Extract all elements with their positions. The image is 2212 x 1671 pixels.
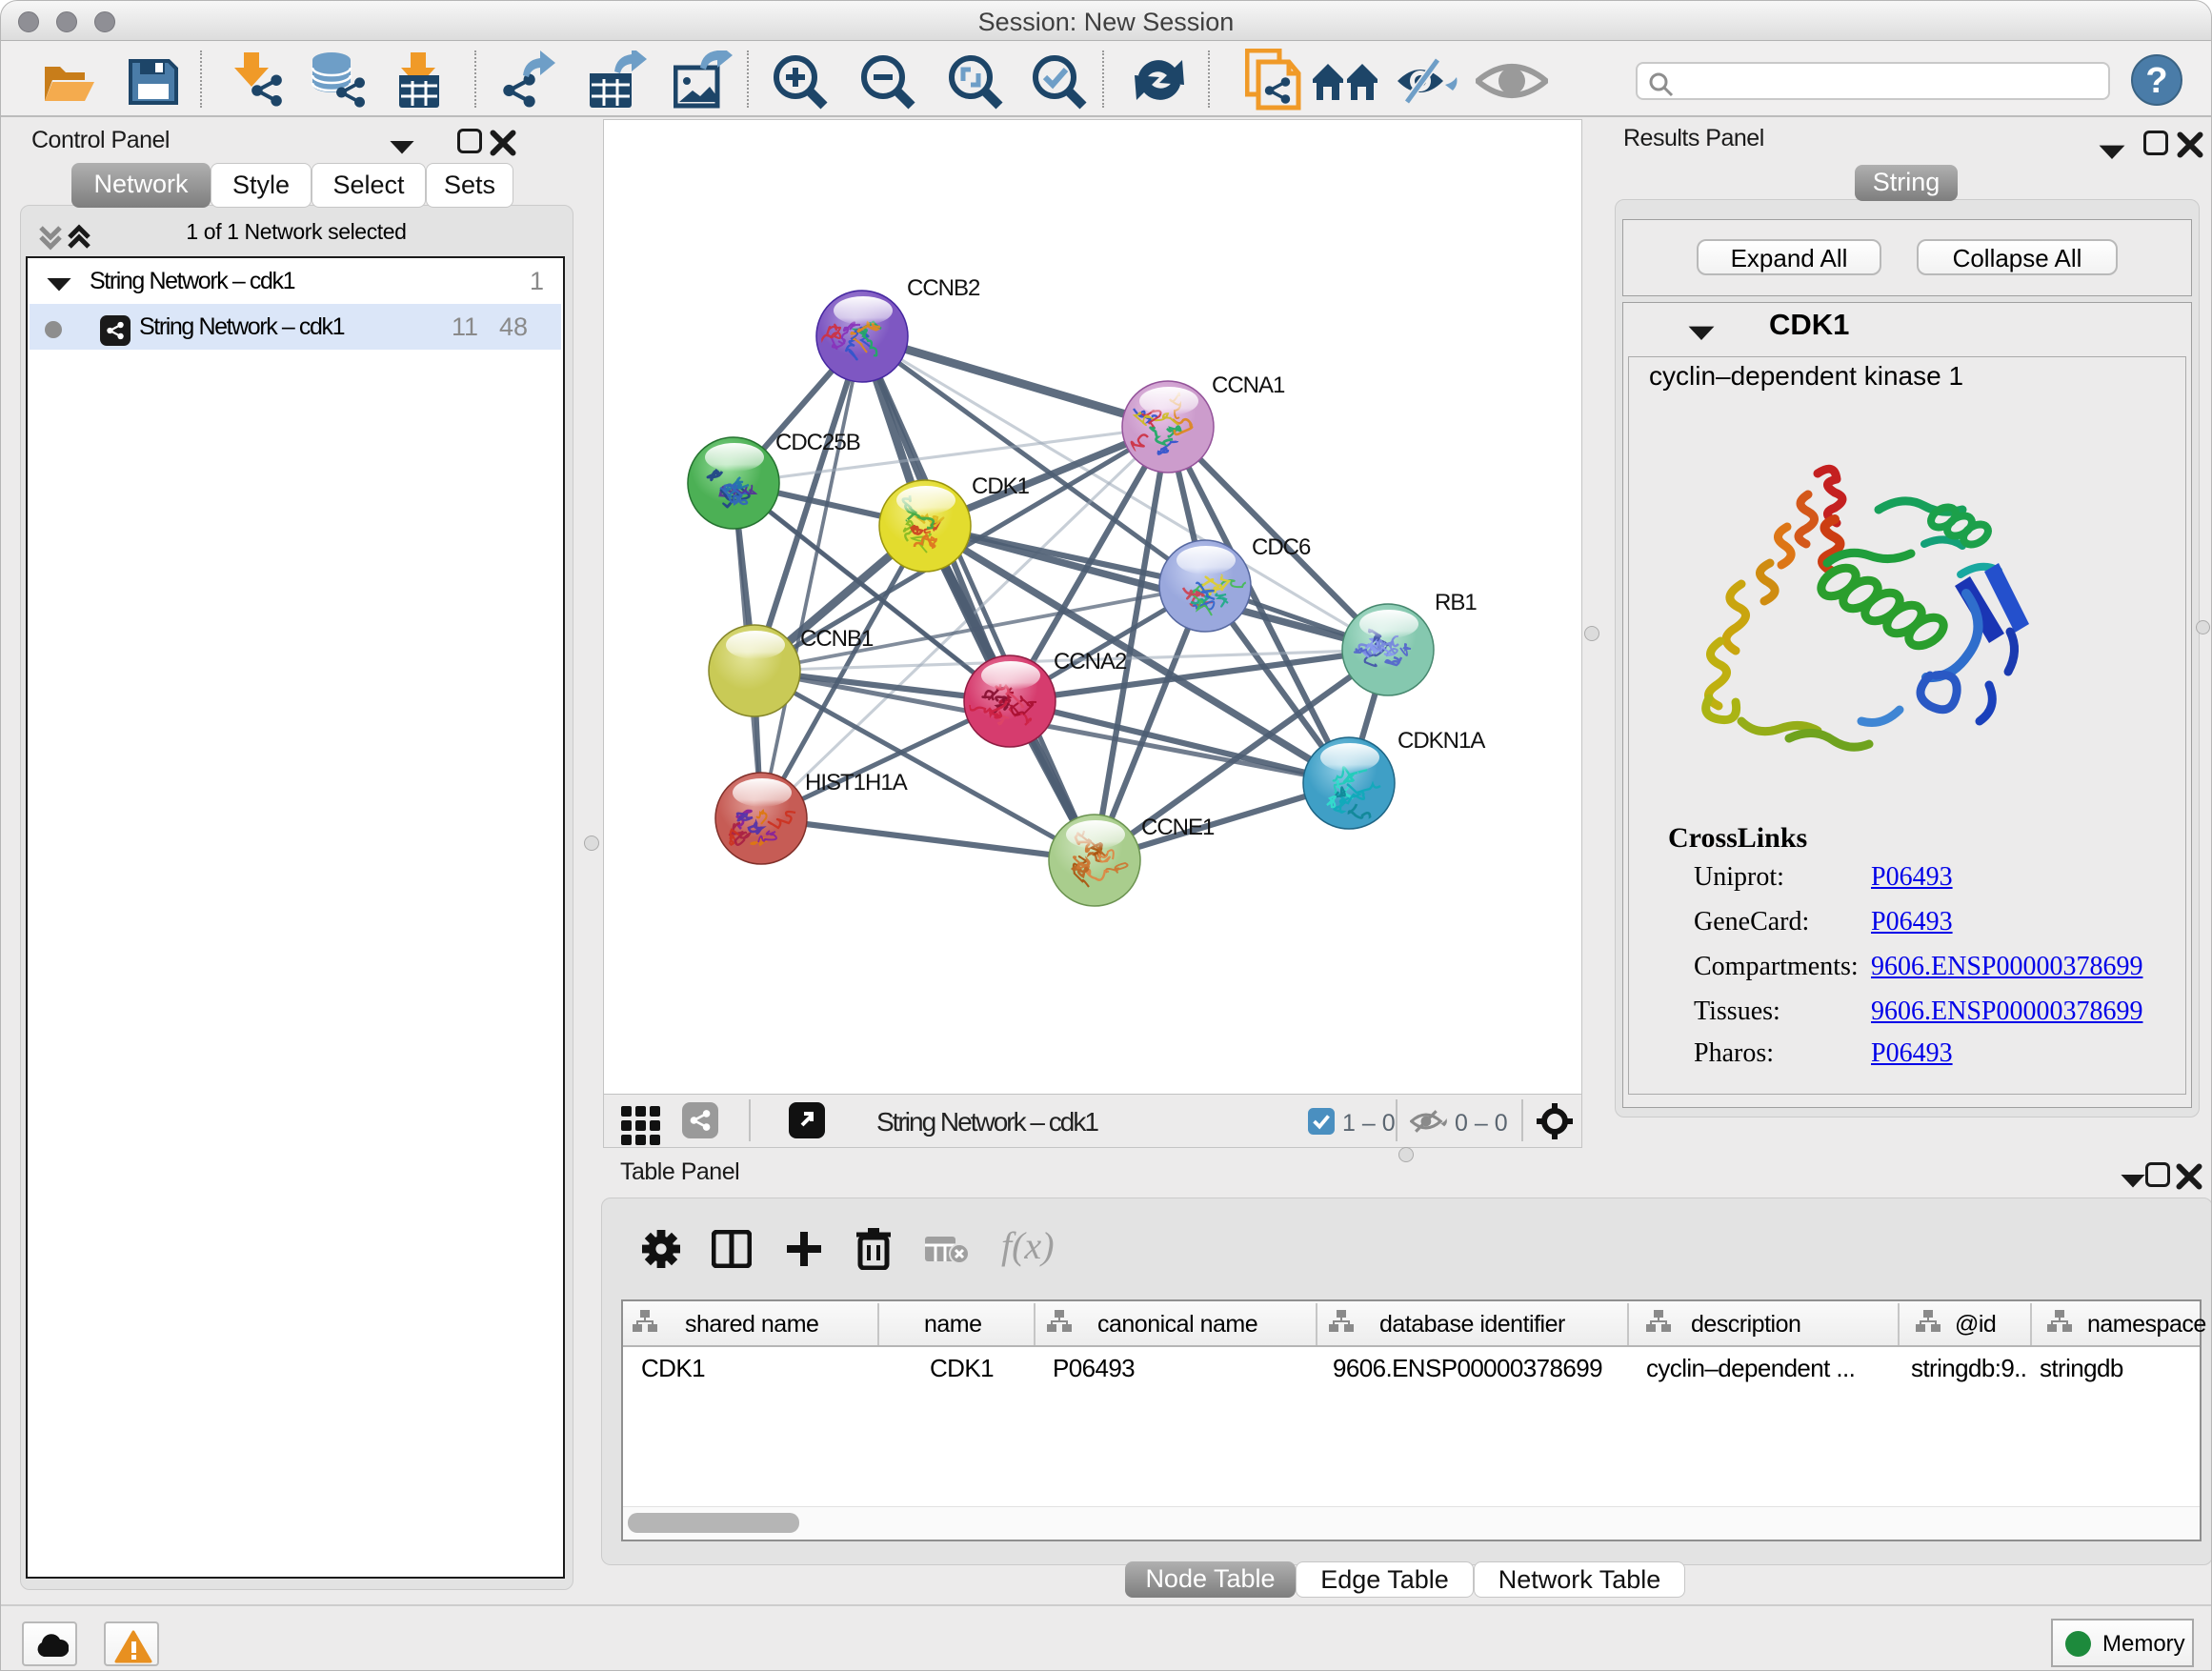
svg-text:RB1: RB1 [1435, 590, 1477, 615]
svg-text:CDC6: CDC6 [1252, 534, 1311, 560]
svg-text:CCNB1: CCNB1 [800, 626, 874, 652]
svg-text:CCNE1: CCNE1 [1141, 815, 1215, 840]
svg-text:CCNB2: CCNB2 [907, 275, 980, 301]
svg-text:CDC25B: CDC25B [775, 430, 860, 455]
svg-text:CCNA1: CCNA1 [1212, 372, 1285, 398]
svg-text:CDK1: CDK1 [972, 473, 1030, 499]
svg-text:CCNA2: CCNA2 [1054, 649, 1127, 674]
svg-text:CDKN1A: CDKN1A [1398, 728, 1485, 754]
svg-text:HIST1H1A: HIST1H1A [805, 770, 908, 795]
